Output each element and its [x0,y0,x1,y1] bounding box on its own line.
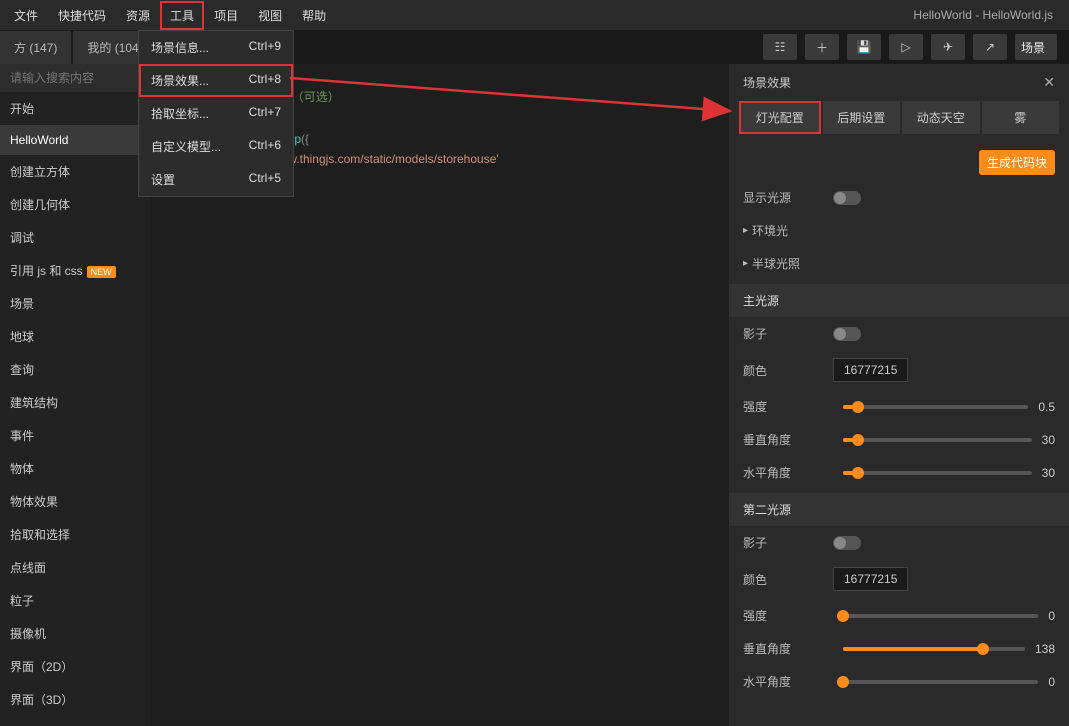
sidebar-item[interactable]: 摄像机 [0,617,150,650]
main-color-label: 颜色 [743,362,833,379]
main-halpha-slider[interactable] [843,471,1032,475]
main-halpha-value: 30 [1042,466,1055,480]
second-color-label: 颜色 [743,571,833,588]
second-valpha-label: 垂直角度 [743,640,833,657]
sidebar-item[interactable]: 创建几何体 [0,188,150,221]
second-light-section: 第二光源 [729,493,1069,526]
show-light-toggle[interactable] [833,191,861,205]
sidebar-item[interactable]: 建筑结构 [0,386,150,419]
dropdown-shortcut: Ctrl+8 [249,72,281,89]
main-valpha-label: 垂直角度 [743,431,833,448]
dropdown-label: 自定义模型... [151,138,221,155]
second-halpha-label: 水平角度 [743,673,833,690]
main-halpha-label: 水平角度 [743,464,833,481]
tab-light-config[interactable]: 灯光配置 [739,101,821,134]
menu-shortcode[interactable]: 快捷代码 [48,1,116,30]
dropdown-shortcut: Ctrl+7 [249,105,281,122]
main-color-input[interactable]: 16777215 [833,358,908,382]
second-shadow-label: 影子 [743,534,833,551]
search-input[interactable] [0,64,150,92]
open-icon[interactable]: ↗ [973,34,1007,60]
sidebar-item[interactable]: 粒子 [0,584,150,617]
menu-help[interactable]: 帮助 [292,1,336,30]
second-intensity-label: 强度 [743,607,833,624]
sidebar-item[interactable]: 查询 [0,353,150,386]
show-light-label: 显示光源 [743,189,833,206]
close-icon[interactable]: ✕ [1043,74,1055,91]
sidebar-item[interactable]: 界面（2D） [0,650,150,683]
tab-official[interactable]: 方 (147) [0,31,71,64]
tools-dropdown: 场景信息... Ctrl+9 场景效果... Ctrl+8 拾取坐标... Ct… [138,30,294,197]
scene-label[interactable]: 场景 [1015,34,1057,60]
dropdown-shortcut: Ctrl+5 [249,171,281,188]
sidebar-item[interactable]: 调试 [0,221,150,254]
ambient-expander[interactable]: 环境光 [729,214,1069,247]
menu-file[interactable]: 文件 [4,1,48,30]
dropdown-label: 场景信息... [151,39,209,56]
main-valpha-slider[interactable] [843,438,1032,442]
second-valpha-value: 138 [1035,642,1055,656]
save-icon[interactable]: 💾 [847,34,881,60]
app-title: HelloWorld - HelloWorld.js [913,8,1065,22]
second-intensity-value: 0 [1048,609,1055,623]
plus-icon[interactable]: ＋ [805,34,839,60]
dropdown-shortcut: Ctrl+6 [249,138,281,155]
dropdown-scene-info[interactable]: 场景信息... Ctrl+9 [139,31,293,64]
sidebar-item[interactable]: iframe [0,716,150,726]
sidebar-item[interactable]: 事件 [0,419,150,452]
main-shadow-toggle[interactable] [833,327,861,341]
sidebar-item[interactable]: 开始 [0,92,150,125]
tab-fog[interactable]: 雾 [982,101,1060,134]
menu-tools[interactable]: 工具 [160,1,204,30]
dropdown-settings[interactable]: 设置 Ctrl+5 [139,163,293,196]
play-icon[interactable]: ▷ [889,34,923,60]
hemisphere-expander[interactable]: 半球光照 [729,247,1069,280]
sidebar-item[interactable]: 界面（3D） [0,683,150,716]
dropdown-label: 拾取坐标... [151,105,209,122]
second-halpha-value: 0 [1048,675,1055,689]
main-intensity-label: 强度 [743,398,833,415]
menu-view[interactable]: 视图 [248,1,292,30]
second-color-input[interactable]: 16777215 [833,567,908,591]
dropdown-pick-coord[interactable]: 拾取坐标... Ctrl+7 [139,97,293,130]
main-intensity-slider[interactable] [843,405,1028,409]
second-intensity-slider[interactable] [843,614,1038,618]
new-badge: NEW [87,266,116,278]
generate-code-button[interactable]: 生成代码块 [979,150,1055,175]
sidebar: 开始HelloWorld创建立方体创建几何体调试引用 js 和 cssNEW场景… [0,64,150,726]
dropdown-label: 设置 [151,171,175,188]
dropdown-shortcut: Ctrl+9 [249,39,281,56]
second-halpha-slider[interactable] [843,680,1038,684]
sidebar-item[interactable]: 引用 js 和 cssNEW [0,254,150,287]
tab-post-settings[interactable]: 后期设置 [823,101,901,134]
sidebar-item[interactable]: 点线面 [0,551,150,584]
dropdown-label: 场景效果... [151,72,209,89]
dropdown-custom-model[interactable]: 自定义模型... Ctrl+6 [139,130,293,163]
panel-title: 场景效果 [743,74,791,91]
main-valpha-value: 30 [1042,433,1055,447]
dropdown-scene-effect[interactable]: 场景效果... Ctrl+8 [139,64,293,97]
main-intensity-value: 0.5 [1038,400,1055,414]
send-icon[interactable]: ✈ [931,34,965,60]
tab-dynamic-sky[interactable]: 动态天空 [902,101,980,134]
menu-resource[interactable]: 资源 [116,1,160,30]
sidebar-item[interactable]: 创建立方体 [0,155,150,188]
chart-icon[interactable]: ☷ [763,34,797,60]
effects-panel: 场景效果 ✕ 灯光配置 后期设置 动态天空 雾 生成代码块 显示光源 环境光 半… [729,64,1069,726]
sidebar-item[interactable]: 地球 [0,320,150,353]
menu-project[interactable]: 项目 [204,1,248,30]
menu-bar: 文件 快捷代码 资源 工具 项目 视图 帮助 HelloWorld - Hell… [0,0,1069,30]
second-shadow-toggle[interactable] [833,536,861,550]
sidebar-item[interactable]: 拾取和选择 [0,518,150,551]
main-shadow-label: 影子 [743,325,833,342]
sidebar-item[interactable]: 物体 [0,452,150,485]
sidebar-item[interactable]: 场景 [0,287,150,320]
sidebar-item[interactable]: HelloWorld [0,125,150,155]
sidebar-item[interactable]: 物体效果 [0,485,150,518]
second-valpha-slider[interactable] [843,647,1025,651]
main-light-section: 主光源 [729,284,1069,317]
